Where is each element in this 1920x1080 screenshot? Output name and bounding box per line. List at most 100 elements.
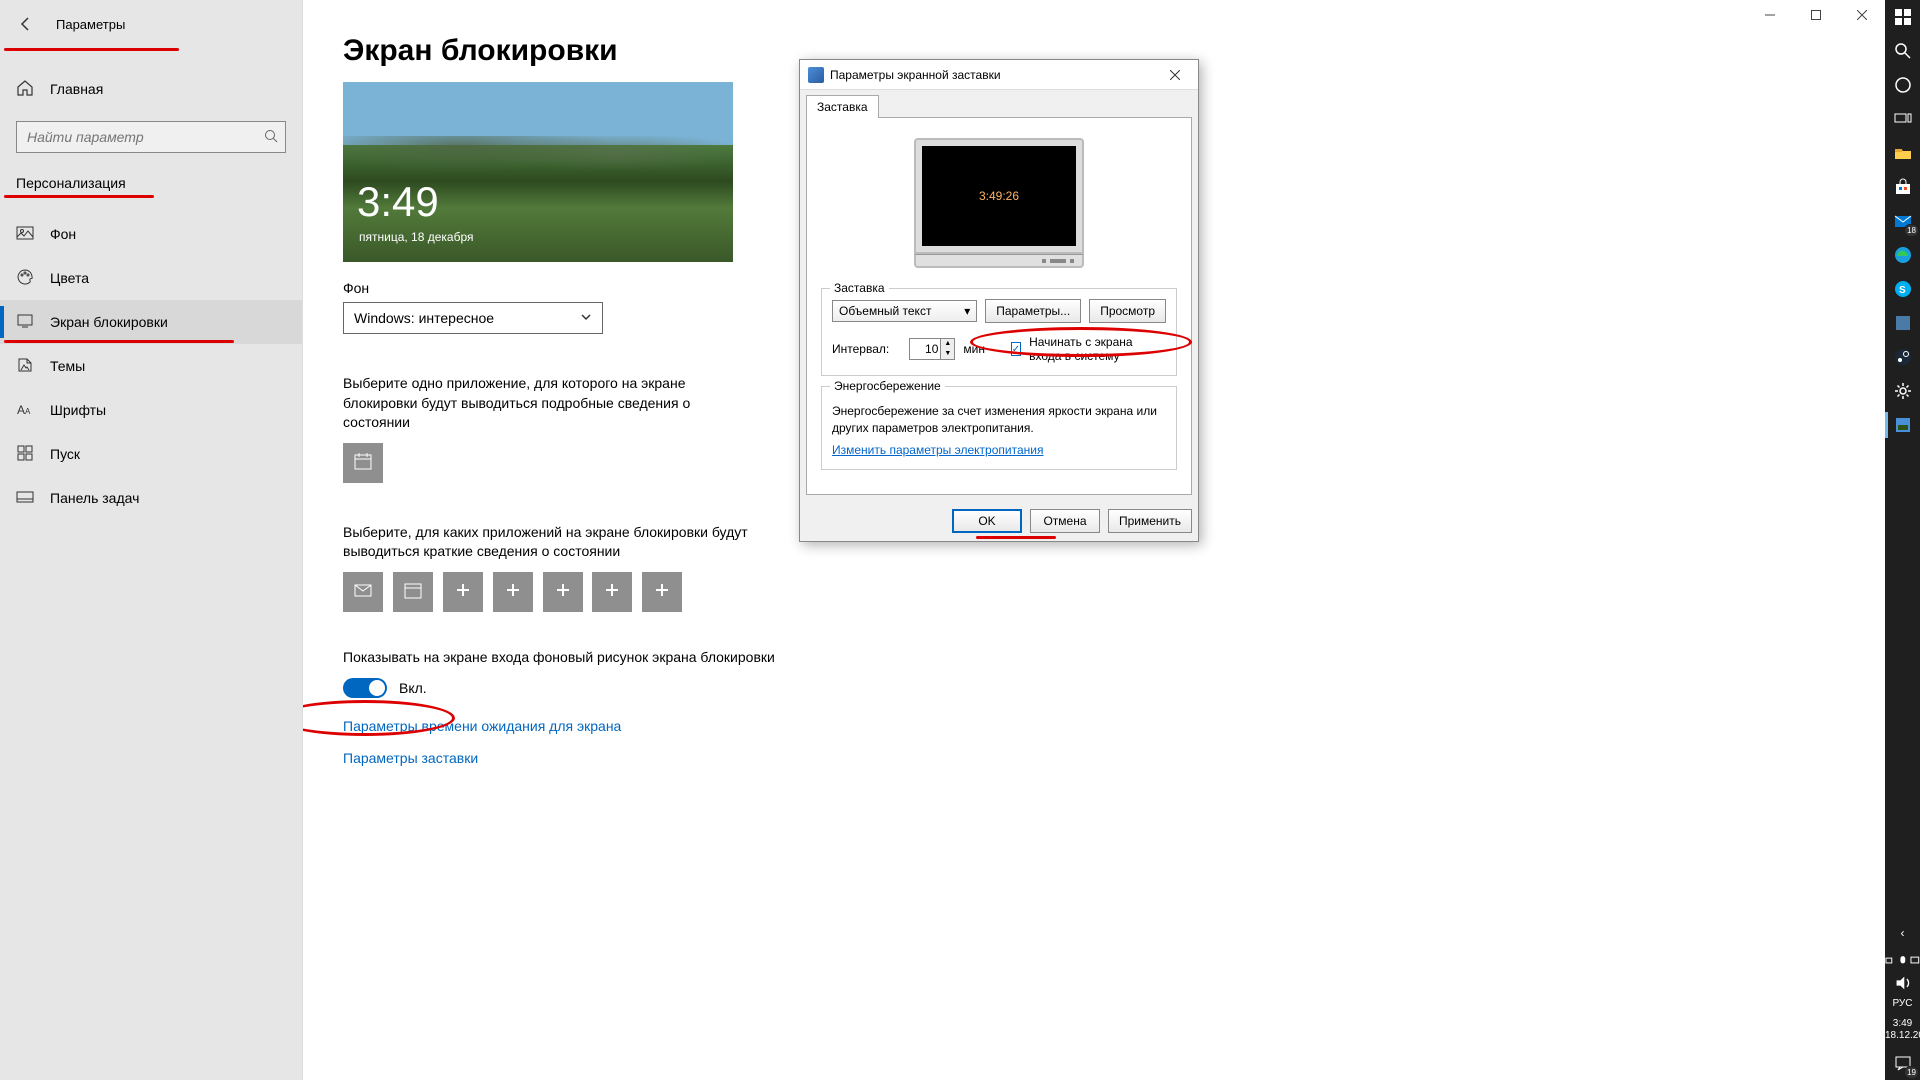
- nav-background[interactable]: Фон: [0, 212, 302, 256]
- chevron-down-icon: ▾: [964, 304, 970, 318]
- search-input[interactable]: [16, 121, 286, 153]
- screensaver-combo[interactable]: Объемный текст ▾: [832, 300, 977, 322]
- nav-list: Фон Цвета Экран блокировки Темы: [0, 212, 302, 520]
- svg-text:A: A: [25, 407, 31, 416]
- volume-icon[interactable]: [1885, 972, 1920, 994]
- search-box[interactable]: [16, 121, 286, 153]
- quick-tile-add[interactable]: [592, 572, 632, 612]
- explorer-button[interactable]: [1885, 136, 1920, 170]
- quick-tile-add[interactable]: [543, 572, 583, 612]
- fonts-icon: AA: [16, 400, 34, 421]
- home-link[interactable]: Главная: [0, 67, 302, 111]
- nav-themes[interactable]: Темы: [0, 344, 302, 388]
- tray-meet-mic-touch[interactable]: [1885, 950, 1920, 972]
- header-title: Параметры: [56, 17, 125, 32]
- toggle-state: Вкл.: [399, 680, 427, 696]
- skype-button[interactable]: S: [1885, 272, 1920, 306]
- interval-unit: мин: [963, 342, 985, 356]
- tray-expand[interactable]: ‹: [1885, 916, 1920, 950]
- lockscreen-preview: 3:49 пятница, 18 декабря: [343, 82, 733, 262]
- taskview-button[interactable]: [1885, 102, 1920, 136]
- plus-icon: [652, 580, 672, 603]
- preview-date: пятница, 18 декабря: [359, 230, 474, 244]
- mail-button[interactable]: 18: [1885, 204, 1920, 238]
- annotation-underline: [4, 340, 234, 343]
- plus-icon: [553, 580, 573, 603]
- interval-label: Интервал:: [832, 342, 889, 356]
- dialog-titlebar[interactable]: Параметры экранной заставки: [800, 60, 1198, 90]
- start-button[interactable]: [1885, 0, 1920, 34]
- quick-app-desc: Выберите, для каких приложений на экране…: [343, 523, 755, 562]
- dialog-close-button[interactable]: [1160, 65, 1190, 85]
- screensaver-dialog: Параметры экранной заставки Заставка 3:4…: [799, 59, 1199, 542]
- plus-icon: [453, 580, 473, 603]
- settings-button[interactable]: [1885, 374, 1920, 408]
- palette-icon: [16, 268, 34, 289]
- quick-tile-add[interactable]: [642, 572, 682, 612]
- store-button[interactable]: [1885, 170, 1920, 204]
- start-icon: [16, 444, 34, 465]
- running-app-button[interactable]: [1885, 408, 1920, 442]
- app-button[interactable]: [1885, 306, 1920, 340]
- spin-down[interactable]: ▼: [941, 349, 954, 359]
- interval-input[interactable]: [910, 339, 940, 359]
- calendar-icon: [403, 580, 423, 603]
- quick-tile-add[interactable]: [443, 572, 483, 612]
- nav-colors[interactable]: Цвета: [0, 256, 302, 300]
- sidebar: Параметры Главная Персонализация Фон: [0, 0, 303, 1080]
- background-select[interactable]: Windows: интересное: [343, 302, 603, 334]
- calendar-icon: [353, 451, 373, 474]
- chevron-down-icon: [580, 310, 592, 326]
- nav-lockscreen[interactable]: Экран блокировки: [0, 300, 302, 344]
- spin-up[interactable]: ▲: [941, 339, 954, 349]
- search-button[interactable]: [1885, 34, 1920, 68]
- notifications-button[interactable]: 19: [1885, 1046, 1920, 1080]
- quick-tile-mail[interactable]: [343, 572, 383, 612]
- svg-text:S: S: [1899, 285, 1906, 296]
- apply-button[interactable]: Применить: [1108, 509, 1192, 533]
- taskbar: 18 S ‹ РУС 3:49 18.12.2020 19: [1885, 0, 1920, 1080]
- quick-app-tiles: [343, 572, 1845, 612]
- svg-text:A: A: [17, 403, 25, 417]
- link-screen-timeout[interactable]: Параметры времени ожидания для экрана: [343, 718, 1845, 734]
- background-value: Windows: интересное: [354, 310, 494, 326]
- back-button[interactable]: [16, 14, 36, 34]
- clock[interactable]: 3:49 18.12.2020: [1885, 1014, 1920, 1046]
- category-label: Персонализация: [16, 175, 286, 191]
- login-bg-toggle[interactable]: [343, 678, 387, 698]
- screensaver-legend: Заставка: [830, 281, 889, 295]
- ok-button[interactable]: OK: [952, 509, 1022, 533]
- params-button[interactable]: Параметры...: [985, 299, 1081, 323]
- chevron-left-icon: ‹: [1901, 926, 1905, 940]
- interval-spinner[interactable]: ▲▼: [909, 338, 955, 360]
- detail-app-tile[interactable]: [343, 443, 383, 483]
- resume-checkbox[interactable]: ✓: [1011, 342, 1021, 356]
- settings-window: Параметры Главная Персонализация Фон: [0, 0, 1885, 1080]
- energy-link[interactable]: Изменить параметры электропитания: [832, 443, 1043, 457]
- plus-icon: [602, 580, 622, 603]
- plus-icon: [503, 580, 523, 603]
- themes-icon: [16, 356, 34, 377]
- monitor-preview: 3:49:26: [914, 138, 1084, 268]
- link-screensaver-settings[interactable]: Параметры заставки: [343, 750, 1845, 766]
- detail-app-desc: Выберите одно приложение, для которого н…: [343, 374, 755, 433]
- home-label: Главная: [50, 81, 103, 97]
- nav-taskbar[interactable]: Панель задач: [0, 476, 302, 520]
- preview-button[interactable]: Просмотр: [1089, 299, 1166, 323]
- dialog-panel: 3:49:26 Заставка Объемный текст ▾ Параме…: [806, 117, 1192, 495]
- quick-tile-add[interactable]: [493, 572, 533, 612]
- nav-start[interactable]: Пуск: [0, 432, 302, 476]
- screensaver-group: Заставка Объемный текст ▾ Параметры... П…: [821, 288, 1177, 376]
- edge-button[interactable]: [1885, 238, 1920, 272]
- tab-screensaver[interactable]: Заставка: [806, 95, 879, 118]
- language-indicator[interactable]: РУС: [1885, 994, 1920, 1014]
- annotation-underline: [4, 48, 179, 51]
- nav-fonts[interactable]: AA Шрифты: [0, 388, 302, 432]
- cortana-button[interactable]: [1885, 68, 1920, 102]
- notif-badge: 19: [1904, 1066, 1919, 1079]
- resume-label: Начинать с экрана входа в систему: [1029, 335, 1166, 363]
- mail-badge: 18: [1904, 224, 1919, 237]
- quick-tile-calendar[interactable]: [393, 572, 433, 612]
- steam-button[interactable]: [1885, 340, 1920, 374]
- cancel-button[interactable]: Отмена: [1030, 509, 1100, 533]
